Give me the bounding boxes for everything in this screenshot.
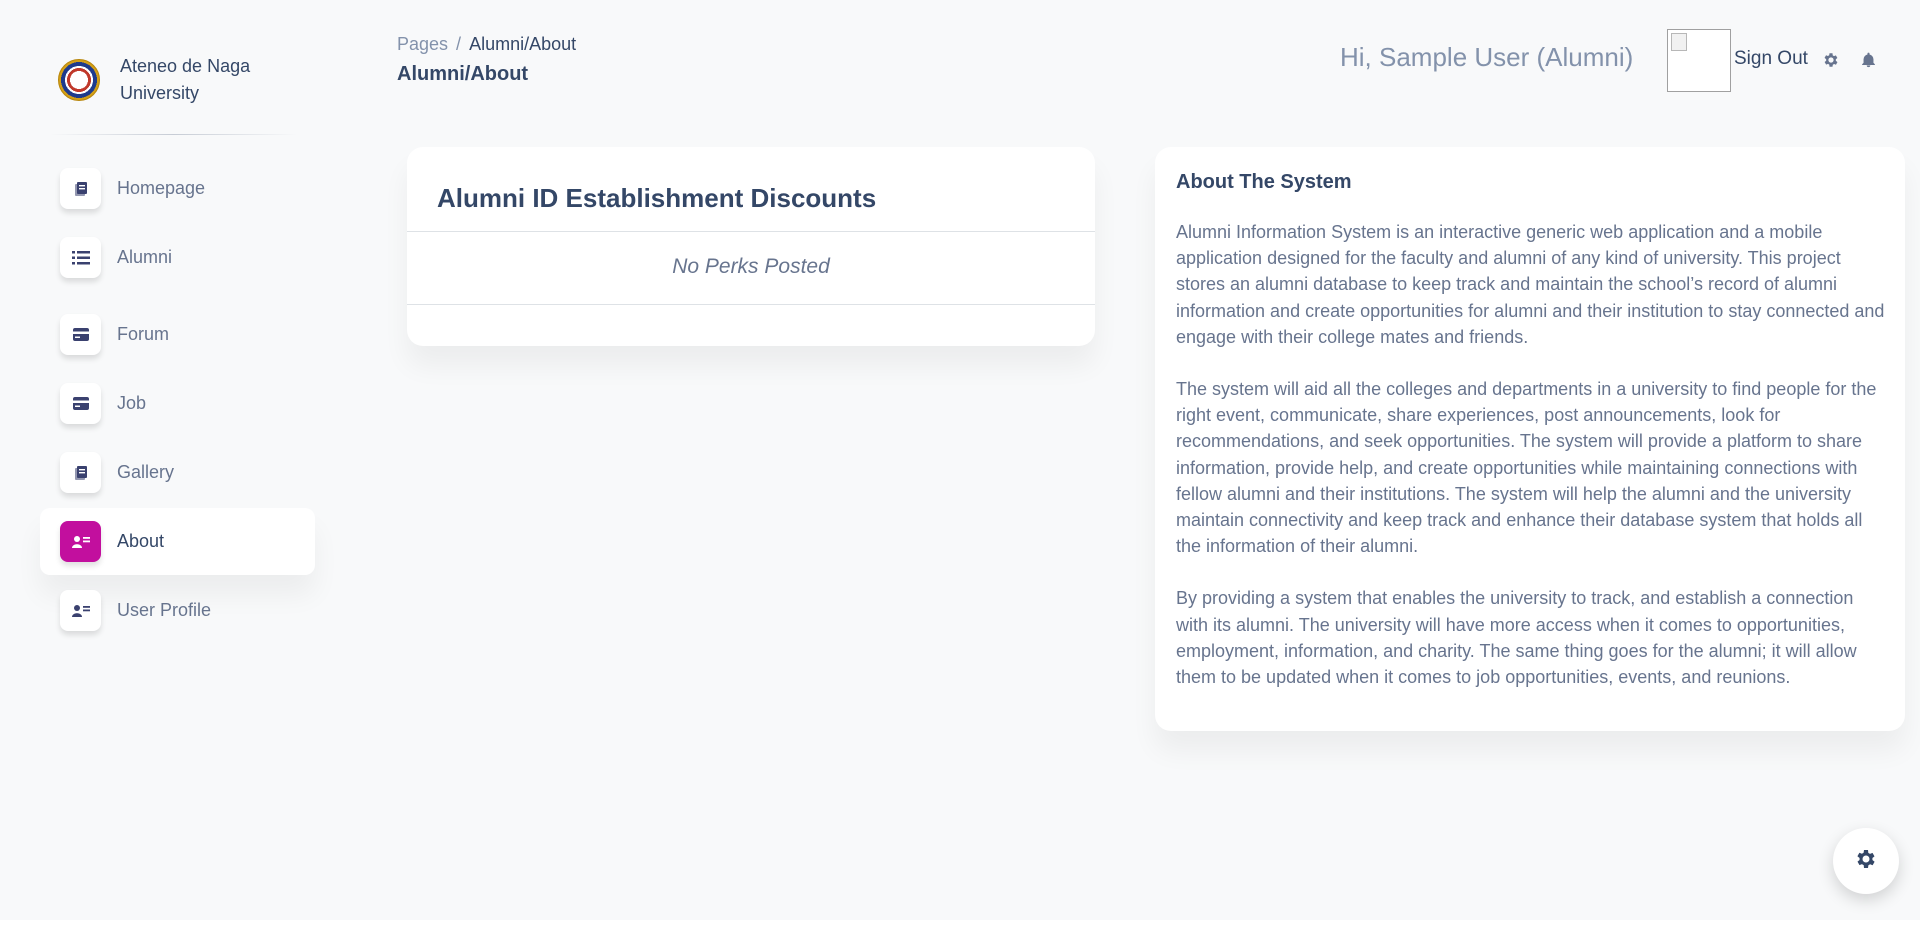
sidebar-item-alumni[interactable]: Alumni <box>40 224 315 291</box>
sidebar-item-about[interactable]: About <box>40 508 315 575</box>
about-paragraph: Alumni Information System is an interact… <box>1176 222 1885 347</box>
breadcrumb-separator: / <box>456 34 462 54</box>
brand[interactable]: Ateneo de Naga University <box>40 40 315 120</box>
sidebar-item-label: Alumni <box>117 247 173 267</box>
breadcrumb-root[interactable]: Pages <box>397 34 448 54</box>
about-card: About The System Alumni Information Syst… <box>1155 147 1905 731</box>
avatar[interactable] <box>1667 29 1731 92</box>
breadcrumb-current: Alumni/About <box>469 34 577 54</box>
divider <box>407 231 1095 232</box>
sign-out-link[interactable]: Sign Out <box>1734 48 1808 70</box>
bell-icon[interactable] <box>1857 49 1879 71</box>
settings-fab-button[interactable] <box>1833 828 1899 894</box>
page-bottom-band <box>0 920 1920 933</box>
document-icon <box>60 452 101 493</box>
sidebar-item-label: About <box>117 531 165 551</box>
breadcrumb: Pages / Alumni/About <box>397 34 576 55</box>
gear-icon <box>1854 847 1878 876</box>
user-card-icon <box>60 521 101 562</box>
sidebar-nav: Homepage Alumni Forum Job Gallery About … <box>40 155 315 644</box>
gear-icon[interactable] <box>1820 49 1842 71</box>
credit-card-icon <box>60 383 101 424</box>
sidebar-item-label: Forum <box>117 324 170 344</box>
empty-state-message: No Perks Posted <box>672 255 830 278</box>
user-greeting: Hi, Sample User (Alumni) <box>1340 42 1634 72</box>
page-title: Alumni/About <box>397 63 529 85</box>
about-paragraph: By providing a system that enables the u… <box>1176 588 1857 688</box>
sidebar-item-label: Homepage <box>117 178 206 198</box>
university-logo <box>58 59 100 101</box>
sidebar-item-homepage[interactable]: Homepage <box>40 155 315 222</box>
sidebar-item-label: Gallery <box>117 462 175 482</box>
sidebar-item-gallery[interactable]: Gallery <box>40 439 315 506</box>
divider <box>407 304 1095 305</box>
list-icon <box>60 237 101 278</box>
sidebar-item-forum[interactable]: Forum <box>40 301 315 368</box>
sidebar-item-label: User Profile <box>117 600 212 620</box>
sidebar-divider <box>50 134 297 135</box>
brand-name: Ateneo de Naga University <box>120 56 251 103</box>
document-icon <box>60 168 101 209</box>
perks-card: Alumni ID Establishment Discounts No Per… <box>407 147 1095 346</box>
about-card-body: Alumni Information System is an interact… <box>1176 219 1888 716</box>
about-paragraph: The system will aid all the colleges and… <box>1176 379 1877 557</box>
perks-card-title: Alumni ID Establishment Discounts <box>437 183 877 213</box>
sidebar-item-job[interactable]: Job <box>40 370 315 437</box>
sidebar-item-user-profile[interactable]: User Profile <box>40 577 315 644</box>
about-card-title: About The System <box>1176 171 1352 193</box>
credit-card-icon <box>60 314 101 355</box>
sidebar-item-label: Job <box>117 393 147 413</box>
sidebar: Ateneo de Naga University Homepage Alumn… <box>40 40 315 646</box>
user-card-icon <box>60 590 101 631</box>
